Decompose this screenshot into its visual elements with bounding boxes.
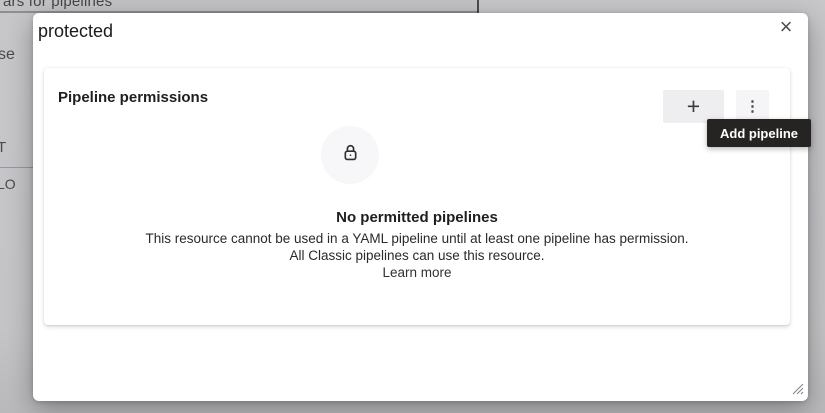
backdrop-text-fragment: LO [0,176,16,192]
backdrop-text-fragment: se [0,46,15,64]
lock-icon [341,143,360,168]
plus-icon: + [687,95,700,118]
close-icon: × [780,16,793,38]
empty-state-text: No permitted pipelines This resource can… [44,208,790,282]
backdrop-header-text: ars for pipelines [3,0,112,10]
backdrop-divider [0,167,33,168]
empty-state-description-line2: All Classic pipelines can use this resou… [44,247,790,264]
learn-more-link[interactable]: Learn more [382,264,451,281]
empty-state-title: No permitted pipelines [44,208,790,227]
add-pipeline-tooltip: Add pipeline [707,119,811,147]
backdrop-column-divider [477,0,479,13]
pipeline-permissions-card: Pipeline permissions + ⋮ No permitted [44,68,790,325]
backdrop-table-header: ars for pipelines [0,0,478,13]
backdrop-text-fragment: T [0,139,6,156]
resize-grip-icon [791,382,804,399]
card-heading: Pipeline permissions [58,89,208,106]
dialog-title: protected [38,19,113,43]
screen: ars for pipelines se T LO protected × Pi… [0,0,825,413]
resize-handle[interactable] [791,382,804,395]
resource-dialog: protected × Pipeline permissions + ⋮ [33,13,808,401]
empty-state-description-line1: This resource cannot be used in a YAML p… [44,230,790,247]
tooltip-label: Add pipeline [720,126,798,141]
kebab-menu-icon: ⋮ [745,99,760,114]
empty-state-illustration [321,126,379,184]
close-button[interactable]: × [774,15,798,39]
